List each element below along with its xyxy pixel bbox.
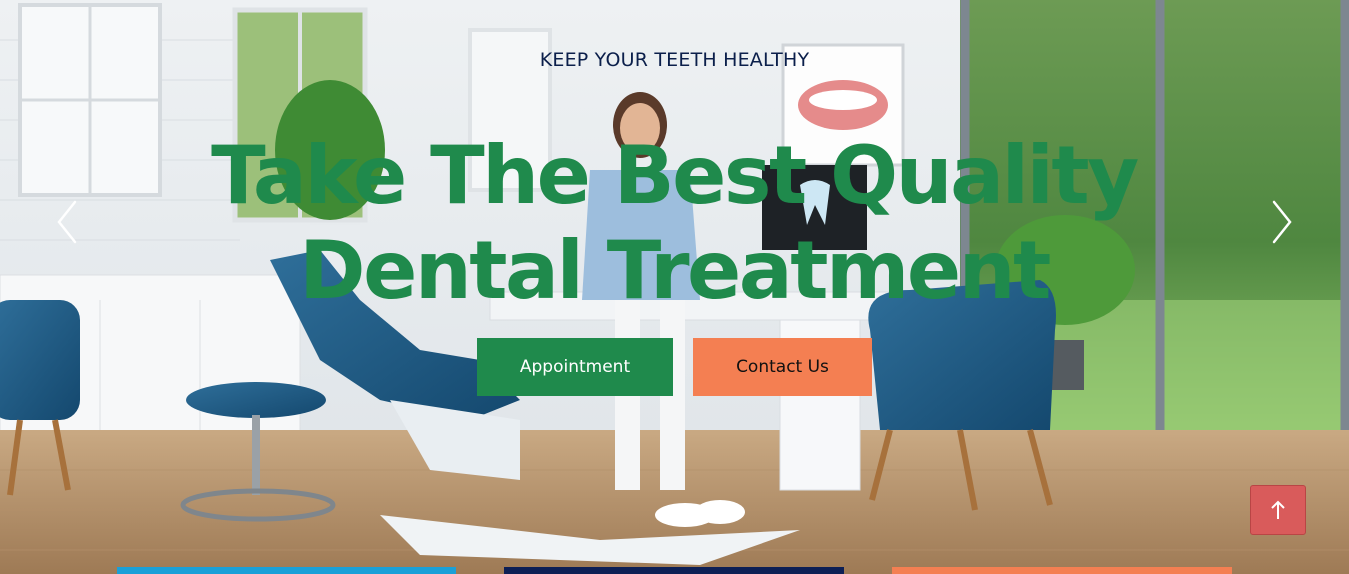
- hero-carousel-slide: KEEP YOUR TEETH HEALTHY Take The Best Qu…: [0, 0, 1349, 574]
- feature-card-top-navy: [504, 567, 844, 574]
- appointment-button[interactable]: Appointment: [477, 338, 673, 396]
- feature-card-top-blue: [117, 567, 456, 574]
- carousel-prev-button[interactable]: [45, 200, 89, 244]
- hero-headline: Take The Best Quality Dental Treatment: [211, 129, 1139, 317]
- feature-card-top-orange: [892, 567, 1232, 574]
- arrow-up-icon: [1271, 500, 1285, 519]
- carousel-next-button[interactable]: [1260, 200, 1304, 244]
- back-to-top-button[interactable]: [1250, 485, 1306, 535]
- contact-us-button[interactable]: Contact Us: [693, 338, 872, 396]
- hero-eyebrow: KEEP YOUR TEETH HEALTHY: [539, 49, 810, 71]
- chevron-left-icon: [57, 200, 77, 244]
- chevron-right-icon: [1272, 200, 1292, 244]
